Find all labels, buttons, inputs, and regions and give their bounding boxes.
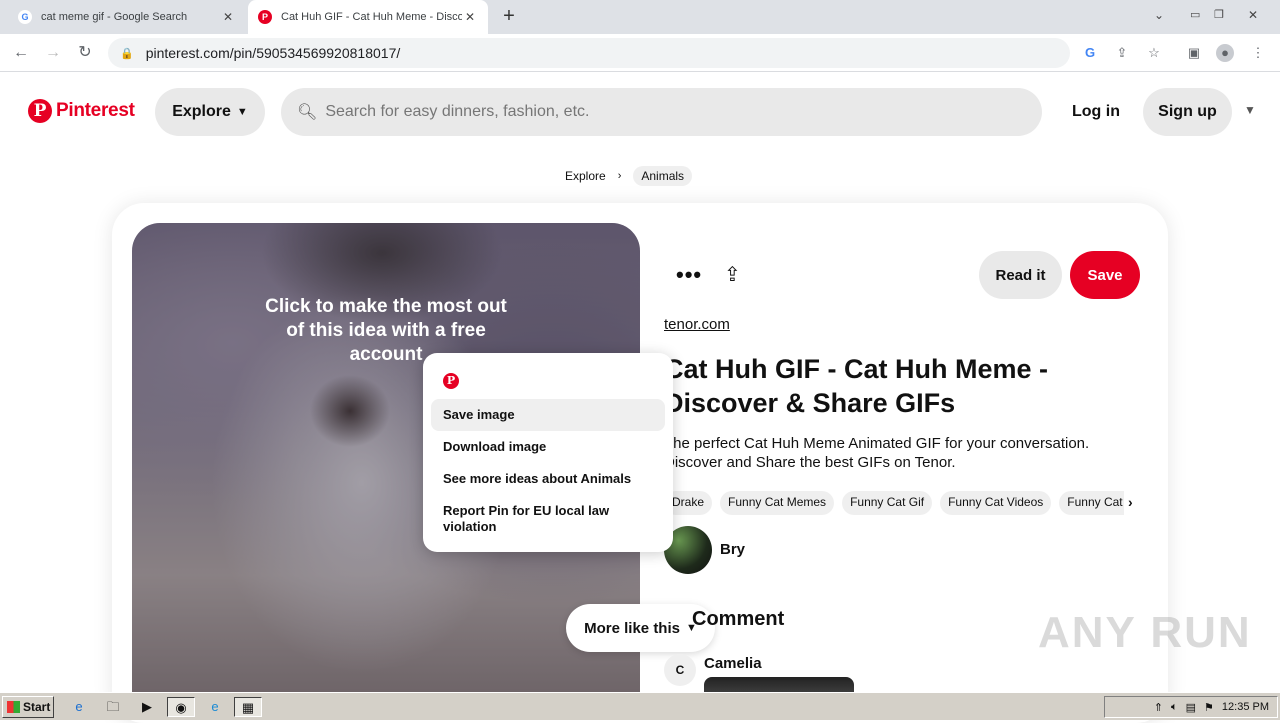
tag-chip[interactable]: Funny Cat Memes bbox=[720, 491, 835, 515]
google-lens-icon[interactable]: G bbox=[1081, 44, 1099, 62]
google-favicon-icon: G bbox=[18, 10, 32, 24]
more-like-this-label: More like this bbox=[584, 619, 680, 637]
author-name[interactable]: Bry bbox=[720, 541, 745, 558]
pin-description: The perfect Cat Huh Meme Animated GIF fo… bbox=[664, 435, 1090, 471]
image-context-menu: P Save image Download image See more ide… bbox=[423, 353, 673, 552]
browser-tab-strip: G cat meme gif - Google Search ✕ P Cat H… bbox=[0, 0, 1280, 34]
pinterest-logo-icon: P bbox=[28, 99, 52, 123]
address-bar[interactable]: 🔒 pinterest.com/pin/590534569920818017/ bbox=[108, 38, 1070, 68]
pinterest-favicon-icon: P bbox=[258, 10, 272, 24]
save-button[interactable]: Save bbox=[1070, 251, 1140, 299]
chevron-right-icon[interactable]: › bbox=[1128, 494, 1133, 510]
start-button[interactable]: Start bbox=[2, 696, 54, 718]
breadcrumb-animals[interactable]: Animals bbox=[633, 166, 693, 186]
log-in-button[interactable]: Log in bbox=[1062, 88, 1130, 136]
restore-icon[interactable]: ❐ bbox=[1214, 8, 1224, 21]
share-icon[interactable]: ⇪ bbox=[1113, 44, 1131, 62]
tag-chip[interactable]: Funny Cat F bbox=[1059, 491, 1124, 515]
profile-icon[interactable]: ● bbox=[1216, 44, 1234, 62]
forward-icon[interactable]: → bbox=[42, 42, 64, 64]
tab-title: cat meme gif - Google Search bbox=[41, 11, 188, 23]
minimize-icon[interactable]: ▭ bbox=[1190, 8, 1200, 21]
share-upload-icon[interactable]: ⇪ bbox=[724, 262, 741, 287]
tab-search-icon[interactable]: ⌄ bbox=[1154, 8, 1164, 22]
logo-text: Pinterest bbox=[56, 100, 135, 121]
folder-icon[interactable]: 🗀 bbox=[102, 697, 124, 717]
app-taskbar-icon[interactable]: ▦ bbox=[234, 697, 262, 717]
bookmark-star-icon[interactable]: ☆ bbox=[1145, 44, 1163, 62]
pinterest-logo[interactable]: P Pinterest bbox=[28, 99, 135, 123]
window-close-icon[interactable]: ✕ bbox=[1248, 8, 1258, 22]
media-player-icon[interactable]: ▶ bbox=[136, 697, 158, 717]
explore-button[interactable]: Explore ▼ bbox=[155, 88, 265, 136]
system-tray: ⇑ 🔈︎ ▤ ⚑ 12:35 PM bbox=[1104, 696, 1278, 718]
back-icon[interactable]: ← bbox=[10, 42, 32, 64]
search-icon: 🔍︎ bbox=[297, 104, 318, 121]
pin-title: Cat Huh GIF - Cat Huh Meme - Discover & … bbox=[664, 354, 1048, 418]
read-it-button[interactable]: Read it bbox=[979, 251, 1062, 299]
download-image-menu-item[interactable]: Download image bbox=[431, 431, 665, 463]
search-bar[interactable]: 🔍︎ Search for easy dinners, fashion, etc… bbox=[281, 88, 1042, 136]
clock: 12:35 PM bbox=[1221, 701, 1269, 713]
ie-icon[interactable]: e bbox=[68, 697, 90, 717]
pinterest-logo-icon: P bbox=[443, 373, 459, 389]
report-pin-menu-item[interactable]: Report Pin for EU local law violation bbox=[431, 495, 665, 543]
anyrun-watermark: ANY RUN bbox=[1038, 608, 1252, 657]
volume-icon[interactable]: 🔈︎ bbox=[1171, 701, 1178, 714]
search-placeholder: Search for easy dinners, fashion, etc. bbox=[325, 103, 590, 120]
explore-label: Explore bbox=[172, 103, 231, 120]
browser-toolbar: ← → ↻ 🔒 pinterest.com/pin/59053456992081… bbox=[0, 34, 1280, 72]
chevron-down-icon: ▼ bbox=[236, 106, 248, 118]
tab-title: Cat Huh GIF - Cat Huh Meme - Disco bbox=[281, 11, 462, 23]
chevron-right-icon: › bbox=[617, 170, 622, 182]
browser-tab-pinterest[interactable]: P Cat Huh GIF - Cat Huh Meme - Disco ✕ bbox=[248, 0, 488, 34]
windows-logo-icon bbox=[7, 701, 20, 713]
url-text: pinterest.com/pin/590534569920818017/ bbox=[145, 45, 401, 61]
reload-icon[interactable]: ↻ bbox=[74, 42, 96, 64]
tag-chip[interactable]: Funny Cat Gif bbox=[842, 491, 933, 515]
menu-kebab-icon[interactable]: ⋮ bbox=[1249, 44, 1267, 62]
breadcrumb: Explore › Animals bbox=[565, 166, 693, 186]
comment-heading: Comment bbox=[692, 608, 785, 630]
tag-chip[interactable]: Funny Cat Videos bbox=[940, 491, 1052, 515]
save-image-menu-item[interactable]: Save image bbox=[431, 399, 665, 431]
tray-arrow-icon[interactable]: ⇑ bbox=[1154, 701, 1163, 714]
close-tab-icon[interactable]: ✕ bbox=[462, 10, 478, 24]
breadcrumb-explore[interactable]: Explore bbox=[565, 169, 606, 183]
commenter-name[interactable]: Camelia bbox=[704, 655, 762, 672]
browser-tab-google[interactable]: G cat meme gif - Google Search ✕ bbox=[8, 0, 246, 34]
chevron-down-icon[interactable]: ▼ bbox=[1244, 103, 1256, 117]
side-panel-icon[interactable]: ▣ bbox=[1185, 44, 1203, 62]
source-link[interactable]: tenor.com bbox=[664, 316, 730, 333]
tag-list: Drake Funny Cat Memes Funny Cat Gif Funn… bbox=[664, 491, 1124, 515]
windows-taskbar: Start e 🗀 ▶ ◉ e ▦ ⇑ 🔈︎ ▤ ⚑ 12:35 PM bbox=[0, 692, 1280, 720]
more-options-icon[interactable]: ••• bbox=[676, 262, 702, 288]
close-tab-icon[interactable]: ✕ bbox=[220, 10, 236, 24]
start-label: Start bbox=[23, 700, 51, 714]
commenter-avatar[interactable]: C bbox=[664, 654, 696, 686]
sign-up-button[interactable]: Sign up bbox=[1143, 88, 1232, 136]
flag-icon[interactable]: ⚑ bbox=[1204, 701, 1214, 714]
edge-icon[interactable]: e bbox=[204, 697, 226, 717]
see-more-ideas-menu-item[interactable]: See more ideas about Animals bbox=[431, 463, 665, 495]
chrome-taskbar-icon[interactable]: ◉ bbox=[167, 697, 195, 717]
network-icon[interactable]: ▤ bbox=[1186, 701, 1196, 714]
new-tab-button[interactable]: + bbox=[498, 5, 520, 28]
lock-icon: 🔒 bbox=[120, 47, 134, 60]
